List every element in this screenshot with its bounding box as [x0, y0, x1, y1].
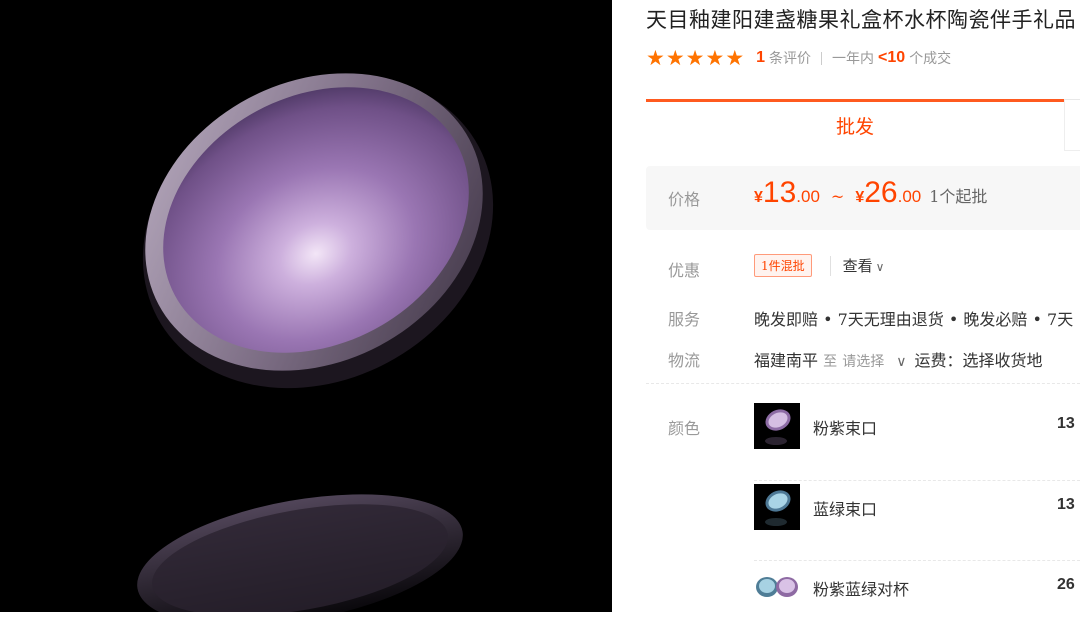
- price-label: 价格: [668, 190, 701, 209]
- divider: [646, 383, 1080, 384]
- rating-row: ★ ★ ★ ★ ★ 1 条评价 一年内 <10 个成交: [646, 46, 951, 70]
- chevron-down-icon: ∨: [875, 260, 885, 274]
- min-order: 1个起批: [929, 187, 988, 206]
- price-high-int: 26: [864, 176, 898, 209]
- logistics-label: 物流: [668, 351, 701, 370]
- review-count[interactable]: 1: [756, 49, 765, 67]
- product-title: 天目釉建阳建盏糖果礼盒杯水杯陶瓷伴手礼品: [646, 8, 1076, 32]
- star-icon: ★: [665, 46, 685, 70]
- divider: [821, 51, 823, 65]
- view-promo-button[interactable]: 查看 ∨: [843, 257, 885, 275]
- sku-name: 粉紫蓝绿对杯: [813, 580, 910, 599]
- sku-price: 26: [1057, 576, 1075, 593]
- star-icon: ★: [646, 46, 665, 70]
- color-options: 粉紫束口 13 蓝绿束口 13 粉紫蓝绿对杯 26: [754, 400, 1080, 622]
- destination-select[interactable]: 请选择: [842, 354, 884, 370]
- star-icon: ★: [725, 46, 745, 70]
- promo-label: 优惠: [668, 261, 701, 280]
- sku-price: 13: [1057, 496, 1075, 513]
- price-box: 价格 ¥ 13 .00 ~ ¥ 26 .00 1个起批: [646, 166, 1080, 230]
- mixed-batch-badge: 1件混批: [754, 254, 812, 277]
- star-rating: ★ ★ ★ ★ ★: [646, 46, 745, 70]
- sku-name: 粉紫束口: [813, 419, 878, 438]
- star-icon: ★: [705, 46, 725, 70]
- product-image[interactable]: [0, 0, 612, 612]
- sku-price: 13: [1057, 415, 1075, 432]
- sold-label: 个成交: [909, 51, 952, 67]
- price-high-dec: .00: [897, 187, 922, 206]
- origin-location: 福建南平: [754, 351, 819, 370]
- divider: [829, 255, 831, 276]
- period-label: 一年内: [832, 51, 875, 67]
- color-label: 颜色: [668, 419, 701, 438]
- currency-symbol: ¥: [855, 189, 865, 206]
- service-text: 晚发即赔 • 7天无理由退货 • 晚发必赔 • 7天: [754, 310, 1074, 329]
- sku-name: 蓝绿束口: [813, 500, 878, 519]
- price-range: ¥ 13 .00 ~ ¥ 26 .00 1个起批: [754, 176, 987, 210]
- tab-wholesale[interactable]: 批发: [646, 99, 1064, 151]
- purchase-tabs: 批发: [646, 99, 1080, 151]
- sku-thumbnail[interactable]: [754, 403, 800, 449]
- cup-illustration: [0, 0, 612, 612]
- tab-next[interactable]: [1064, 99, 1080, 151]
- sku-option[interactable]: 蓝绿束口 13: [754, 480, 1080, 560]
- sku-option[interactable]: 粉紫蓝绿对杯 26: [754, 560, 1080, 622]
- promo-row: 优惠 1件混批 查看 ∨: [646, 254, 1080, 280]
- to-label: 至: [823, 354, 838, 370]
- chevron-down-icon[interactable]: ∨: [896, 354, 906, 370]
- logistics-row: 物流 福建南平 至 请选择 ∨ 运费：选择收货地: [646, 344, 1080, 370]
- service-row: 服务 晚发即赔 • 7天无理由退货 • 晚发必赔 • 7天: [646, 303, 1080, 329]
- sku-option[interactable]: 粉紫束口 13: [754, 400, 1080, 480]
- price-low-int: 13: [762, 176, 797, 209]
- shipping-fee: 运费：选择收货地: [914, 351, 1043, 370]
- product-info-panel: 天目釉建阳建盏糖果礼盒杯水杯陶瓷伴手礼品 ★ ★ ★ ★ ★ 1 条评价 一年内…: [646, 0, 1080, 622]
- sku-thumbnail[interactable]: [754, 564, 800, 610]
- price-low-dec: .00: [796, 187, 820, 206]
- sku-thumbnail[interactable]: [754, 484, 800, 530]
- star-icon: ★: [685, 46, 705, 70]
- currency-symbol: ¥: [754, 189, 763, 206]
- sold-count: <10: [878, 49, 906, 66]
- view-label: 查看: [842, 257, 873, 275]
- price-tilde: ~: [830, 187, 845, 206]
- review-label[interactable]: 条评价: [769, 48, 811, 68]
- service-label: 服务: [668, 310, 701, 329]
